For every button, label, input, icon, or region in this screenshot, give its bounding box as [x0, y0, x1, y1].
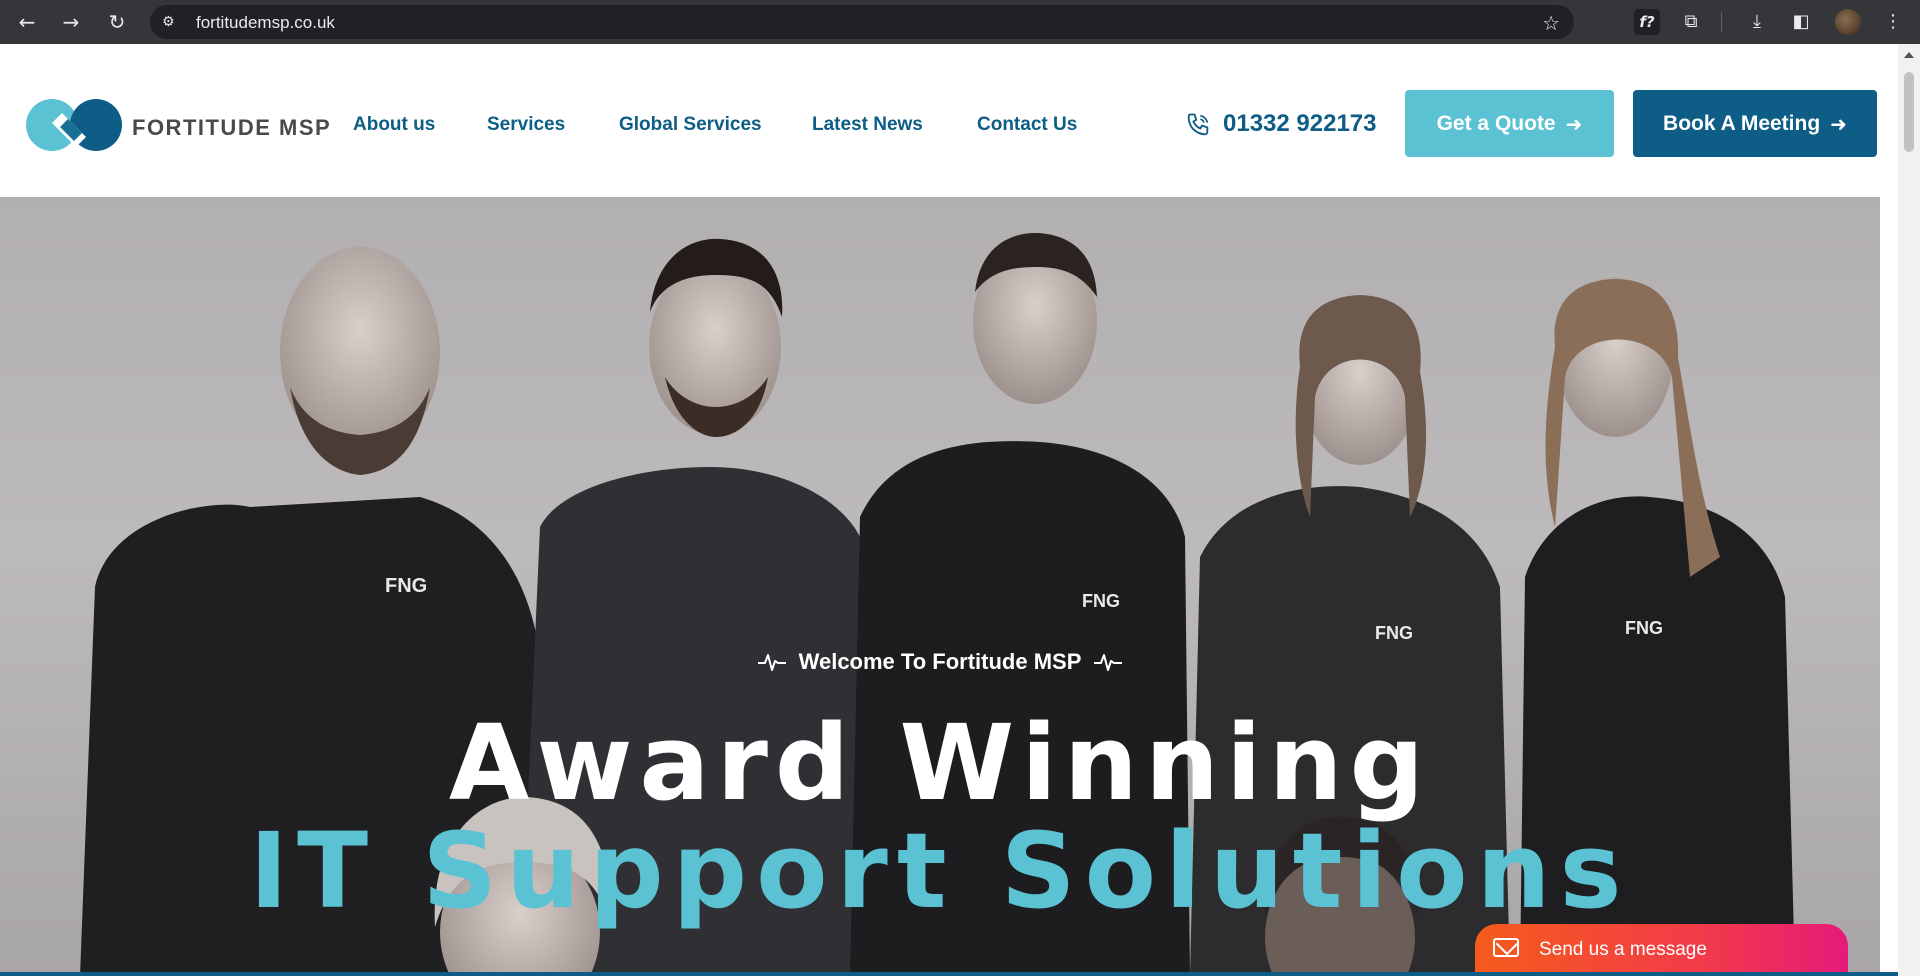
- hero-tagline: Welcome To Fortitude MSP: [0, 649, 1880, 675]
- phone-icon: [1187, 113, 1209, 136]
- fonts-extension-icon[interactable]: f?: [1634, 9, 1660, 35]
- page-scrollbar[interactable]: [1898, 44, 1920, 976]
- hero-section: FNG FNG FNG FNG Welcome To Fortitude MSP…: [0, 197, 1880, 976]
- nav-contact-us[interactable]: Contact Us: [977, 114, 1077, 136]
- hero-tagline-text: Welcome To Fortitude MSP: [798, 649, 1082, 674]
- mail-icon: [1493, 938, 1519, 957]
- logo-text[interactable]: FORTITUDE MSP: [132, 115, 331, 141]
- hero-heading-line1: Award Winning: [448, 702, 1432, 824]
- browser-toolbar: ← → ↻ ⚙ fortitudemsp.co.uk ☆ f? ⧉ ⤓ ◧ ⋮: [0, 0, 1920, 44]
- book-a-meeting-button[interactable]: Book A Meeting ➜: [1633, 90, 1877, 157]
- get-a-quote-label: Get a Quote: [1436, 111, 1556, 135]
- phone-number[interactable]: 01332 922173: [1223, 110, 1377, 138]
- toolbar-divider: [1721, 12, 1722, 32]
- scrollbar-thumb[interactable]: [1904, 72, 1914, 152]
- address-bar[interactable]: ⚙ fortitudemsp.co.uk ☆: [150, 5, 1574, 39]
- side-panel-icon[interactable]: ◧: [1788, 9, 1814, 35]
- send-message-label: Send us a message: [1539, 939, 1707, 960]
- fortitude-logo-icon[interactable]: [24, 95, 124, 155]
- get-a-quote-button[interactable]: Get a Quote ➜: [1405, 90, 1614, 157]
- hero-heading-line2: IT Support Solutions: [249, 810, 1631, 932]
- site-info-icon[interactable]: ⚙: [162, 13, 180, 31]
- nav-latest-news[interactable]: Latest News: [812, 114, 923, 136]
- scroll-up-icon[interactable]: [1904, 52, 1914, 58]
- nav-about-us[interactable]: About us: [353, 114, 435, 136]
- arrow-right-icon: ➜: [1565, 111, 1583, 136]
- site-header: FORTITUDE MSP About us Services Global S…: [0, 52, 1898, 197]
- extensions-puzzle-icon[interactable]: ⧉: [1678, 9, 1704, 35]
- shirt-logo-text: FNG: [1625, 618, 1663, 638]
- profile-avatar[interactable]: [1835, 9, 1861, 35]
- shirt-logo-text: FNG: [385, 575, 427, 597]
- url-text[interactable]: fortitudemsp.co.uk: [196, 13, 335, 33]
- page-bottom-bar: [0, 972, 1898, 976]
- shirt-logo-text: FNG: [1082, 591, 1120, 611]
- back-arrow-icon[interactable]: ←: [14, 9, 40, 35]
- download-icon[interactable]: ⤓: [1744, 9, 1770, 35]
- arrow-right-icon: ➜: [1830, 111, 1847, 136]
- pulse-icon: [757, 654, 786, 671]
- book-a-meeting-label: Book A Meeting: [1663, 111, 1821, 135]
- browser-menu-icon[interactable]: ⋮: [1880, 9, 1906, 35]
- bookmark-star-icon[interactable]: ☆: [1542, 11, 1560, 35]
- send-message-widget[interactable]: Send us a message: [1475, 924, 1848, 976]
- forward-arrow-icon[interactable]: →: [58, 9, 84, 35]
- shirt-logo-text: FNG: [1375, 623, 1413, 643]
- pulse-icon: [1094, 654, 1123, 671]
- nav-services[interactable]: Services: [487, 114, 565, 136]
- nav-global-services[interactable]: Global Services: [619, 114, 762, 136]
- reload-icon[interactable]: ↻: [104, 9, 130, 35]
